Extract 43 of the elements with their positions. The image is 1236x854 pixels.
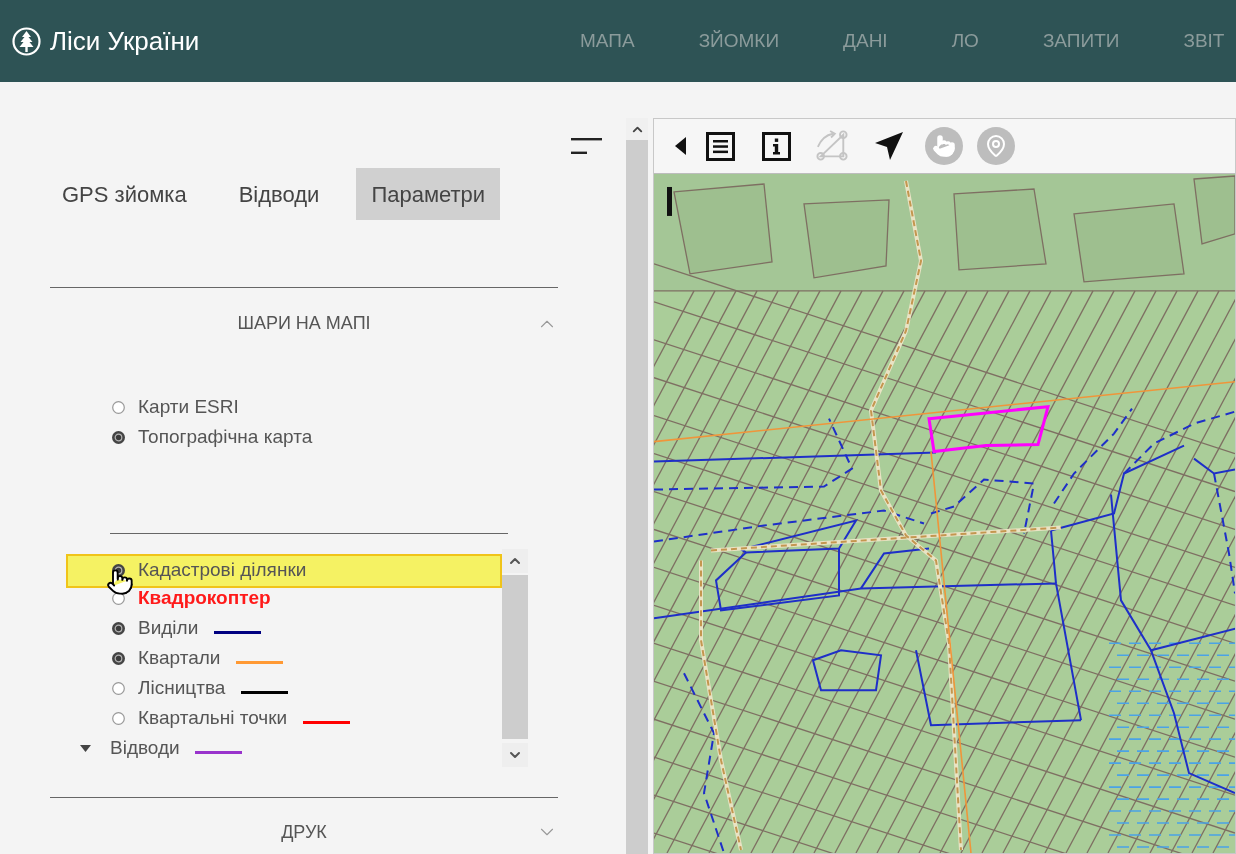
radio-button[interactable] <box>112 712 125 726</box>
nav-link[interactable]: ЗАПИТИ <box>1042 26 1120 56</box>
tab[interactable]: GPS зйомка <box>47 168 202 220</box>
nav-link[interactable]: ЛО <box>951 26 979 56</box>
layer-label: Виділи <box>138 616 199 641</box>
caret-down-icon[interactable] <box>80 745 91 753</box>
radio-button[interactable] <box>112 652 125 666</box>
map-pin-icon <box>984 134 1008 158</box>
layer-label: Квадрокоптер <box>138 586 271 611</box>
section-title: ШАРИ НА МАПІ <box>237 312 371 336</box>
caret-left-icon <box>674 137 686 155</box>
layer-group-label: Відводи <box>110 736 180 761</box>
radio-button[interactable] <box>112 622 125 636</box>
app-title: Ліси України <box>50 24 200 58</box>
radio-button[interactable] <box>112 431 125 445</box>
tab[interactable]: Відводи <box>223 168 335 220</box>
hand-cursor-icon <box>106 567 134 596</box>
navigation-arrow-icon <box>875 132 903 160</box>
scrollbar-thumb[interactable] <box>502 574 528 739</box>
nav-link[interactable]: ЗЙОМКИ <box>698 26 780 56</box>
radio-button[interactable] <box>112 401 125 415</box>
layer-label: Карти ESRI <box>138 395 239 420</box>
nav-link[interactable]: ЗВІТ <box>1183 26 1225 56</box>
radio-button[interactable] <box>112 682 125 696</box>
scrollbar-thumb[interactable] <box>626 140 648 854</box>
scroll-down-button[interactable] <box>502 743 528 768</box>
tree-logo-icon[interactable] <box>12 26 41 56</box>
scroll-up-button[interactable] <box>626 118 648 140</box>
section-title: ДРУК <box>281 820 327 844</box>
menu-icon[interactable] <box>571 138 602 154</box>
info-icon <box>761 131 791 161</box>
list-icon <box>705 131 735 161</box>
scroll-up-button[interactable] <box>502 548 528 573</box>
nav-link[interactable]: ДАНІ <box>843 26 888 56</box>
nav-link[interactable]: МАПА <box>580 26 635 56</box>
layer-label: Кадастрові ділянки <box>138 558 307 583</box>
tab[interactable]: Параметри <box>356 168 501 220</box>
layer-label: Топографічна карта <box>138 425 313 450</box>
layer-label: Квартальні точки <box>138 706 288 731</box>
layer-label: Квартали <box>138 646 221 671</box>
line-nodes-icon <box>815 130 849 162</box>
hand-icon <box>932 134 956 158</box>
layer-label: Лісництва <box>138 676 226 701</box>
